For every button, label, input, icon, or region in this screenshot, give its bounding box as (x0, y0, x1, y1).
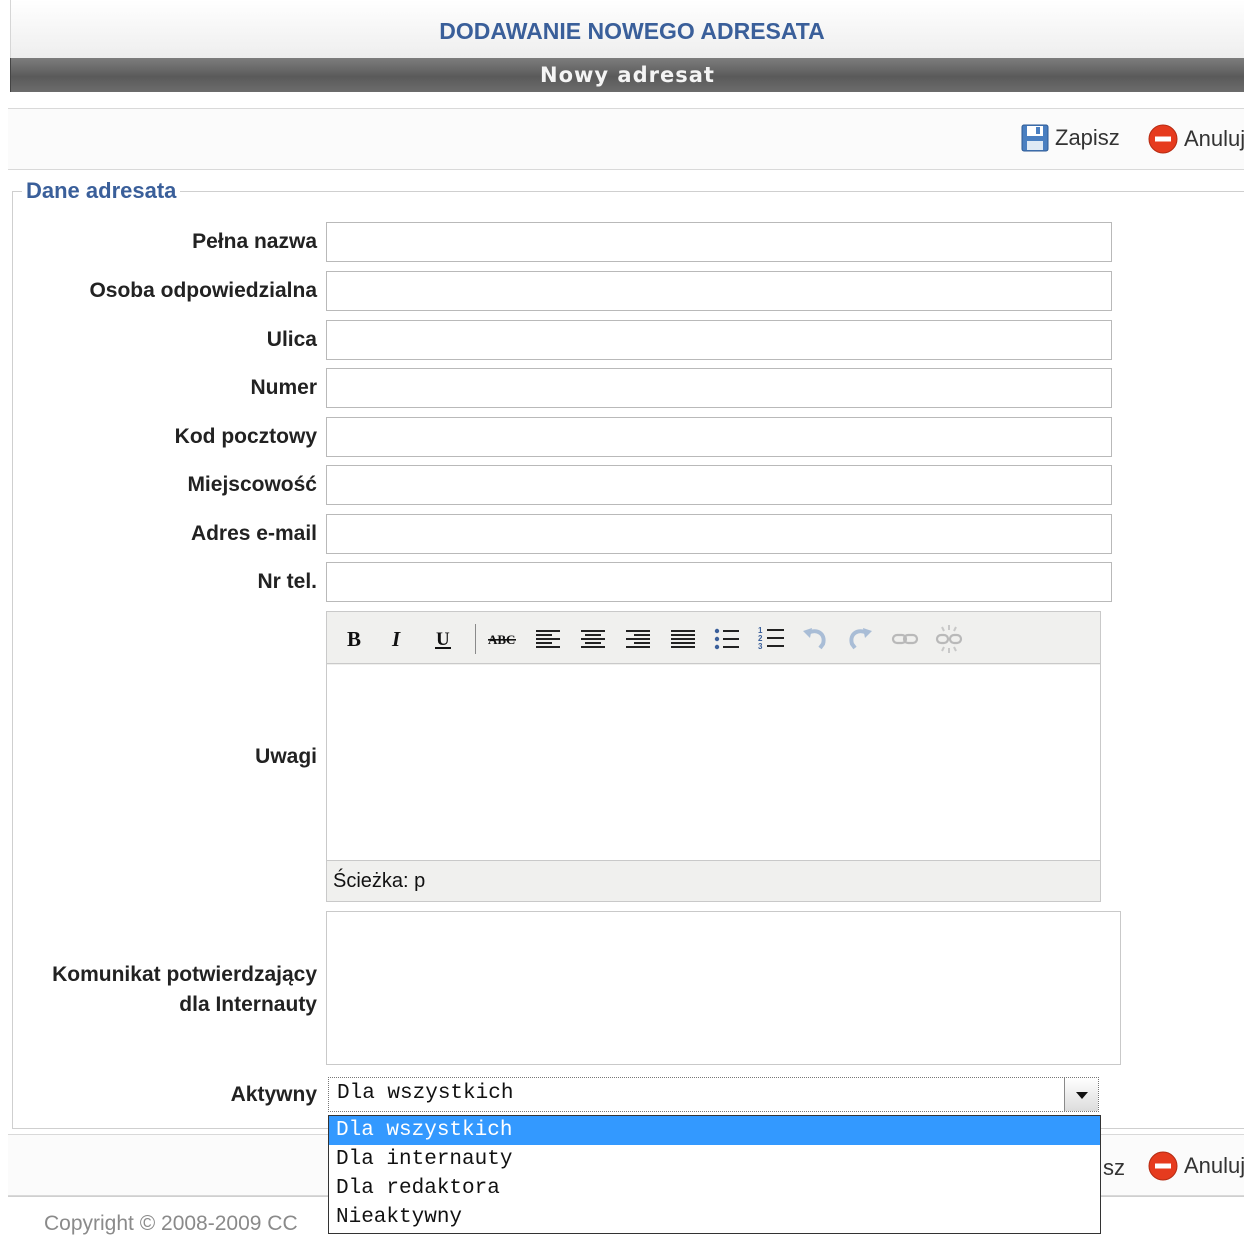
save-button[interactable]: Zapisz (1021, 124, 1120, 152)
italic-icon[interactable]: I (383, 624, 413, 654)
page-title: DODAWANIE NOWEGO ADRESATA (439, 18, 825, 44)
editor-toolbar: B I U ABC 123 (327, 612, 1100, 664)
header-bar: Nowy adresat (10, 58, 1244, 92)
svg-text:3: 3 (758, 642, 763, 651)
dropdown-option[interactable]: Dla wszystkich (329, 1116, 1100, 1145)
svg-text:I: I (391, 627, 401, 651)
svg-text:B: B (347, 627, 361, 651)
save-label-bottom: sz (1103, 1155, 1125, 1180)
copyright-text: Copyright © 2008-2009 CC (44, 1212, 298, 1235)
align-right-icon[interactable] (623, 624, 653, 654)
bold-icon[interactable]: B (339, 624, 369, 654)
active-select-value: Dla wszystkich (337, 1082, 514, 1105)
active-dropdown-list: Dla wszystkich Dla internauty Dla redakt… (328, 1115, 1101, 1234)
dropdown-option[interactable]: Nieaktywny (329, 1203, 1100, 1232)
label-confirmation-message: Komunikat potwierdzający dla Internauty (0, 960, 317, 1020)
fieldset-legend: Dane adresata (22, 178, 181, 204)
label-confirmation-line1: Komunikat potwierdzający (52, 963, 317, 986)
unlink-icon[interactable] (934, 624, 964, 654)
active-select[interactable]: Dla wszystkich (328, 1077, 1099, 1112)
align-left-icon[interactable] (533, 624, 563, 654)
link-icon[interactable] (890, 624, 920, 654)
email-input[interactable] (326, 514, 1112, 554)
chevron-down-icon[interactable] (1064, 1078, 1098, 1111)
label-email: Adres e-mail (190, 522, 317, 545)
dropdown-option[interactable]: Dla internauty (329, 1145, 1100, 1174)
label-active: Aktywny (230, 1083, 317, 1106)
toolbar-separator (475, 624, 476, 654)
label-postal-code: Kod pocztowy (174, 425, 317, 448)
label-phone: Nr tel. (257, 570, 317, 593)
cancel-label-bottom: Anuluj (1184, 1153, 1244, 1178)
responsible-person-input[interactable] (326, 271, 1112, 311)
header-bar-title: Nowy adresat (540, 63, 715, 87)
align-center-icon[interactable] (578, 624, 608, 654)
bullet-list-icon[interactable] (712, 624, 742, 654)
notes-editor: B I U ABC 123 Ścieżka: p (326, 611, 1101, 902)
label-full-name: Pełna nazwa (192, 230, 317, 253)
confirmation-message-textarea[interactable] (326, 911, 1121, 1065)
label-confirmation-line2: dla Internauty (179, 993, 317, 1016)
cancel-icon (1148, 1151, 1178, 1181)
cancel-label: Anuluj (1184, 126, 1244, 151)
align-justify-icon[interactable] (668, 624, 698, 654)
number-input[interactable] (326, 368, 1112, 408)
strikethrough-icon[interactable]: ABC (487, 624, 517, 654)
editor-path-label: Ścieżka: p (333, 870, 426, 892)
underline-icon[interactable]: U (428, 624, 458, 654)
full-name-input[interactable] (326, 222, 1112, 262)
undo-icon[interactable] (800, 624, 830, 654)
postal-code-input[interactable] (326, 417, 1112, 457)
label-city: Miejscowość (187, 473, 317, 496)
cancel-icon (1148, 124, 1178, 154)
label-number: Numer (250, 376, 317, 399)
street-input[interactable] (326, 320, 1112, 360)
cancel-button-bottom[interactable]: Anuluj (1148, 1151, 1244, 1181)
floppy-disk-icon (1021, 124, 1049, 152)
label-street: Ulica (266, 328, 317, 351)
redo-icon[interactable] (845, 624, 875, 654)
city-input[interactable] (326, 465, 1112, 505)
save-label: Zapisz (1055, 125, 1120, 150)
dropdown-option[interactable]: Dla redaktora (329, 1174, 1100, 1203)
save-button-bottom[interactable]: sz (1103, 1155, 1125, 1181)
numbered-list-icon[interactable]: 123 (757, 624, 787, 654)
label-responsible-person: Osoba odpowiedzialna (89, 279, 317, 302)
svg-text:U: U (436, 629, 450, 650)
top-toolbar: Zapisz Anuluj (8, 108, 1244, 170)
label-notes: Uwagi (255, 745, 317, 768)
cancel-button[interactable]: Anuluj (1148, 124, 1244, 154)
phone-input[interactable] (326, 562, 1112, 602)
notes-editor-area[interactable] (327, 665, 1100, 861)
